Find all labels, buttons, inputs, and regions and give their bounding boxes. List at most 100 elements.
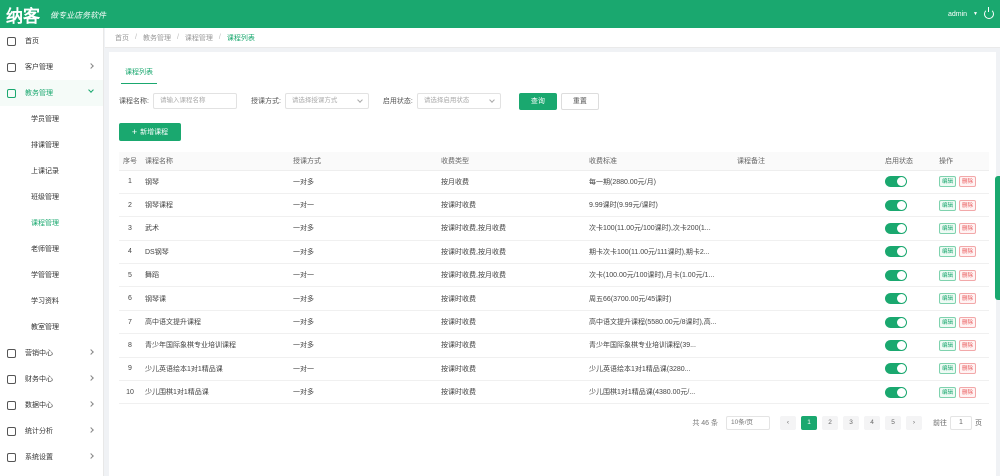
delete-button[interactable]: 删除 bbox=[959, 222, 977, 234]
analysis-icon bbox=[7, 426, 16, 436]
status-select[interactable]: 请选择启用状态 bbox=[416, 93, 501, 109]
prev-page-icon[interactable]: ‹ bbox=[780, 416, 796, 430]
fee-type: 按课时收费,按月收费 bbox=[437, 216, 585, 241]
sidebar-subitem[interactable]: 学管管理 bbox=[0, 262, 103, 288]
course-name: 钢琴 bbox=[141, 170, 289, 194]
user-menu[interactable]: admin bbox=[948, 11, 967, 18]
sidebar-subitem[interactable]: 上课记录 bbox=[0, 158, 103, 184]
status-toggle[interactable] bbox=[885, 176, 907, 188]
edit-button[interactable]: 编辑 bbox=[939, 222, 957, 234]
breadcrumb-item[interactable]: 课程管理 bbox=[185, 33, 213, 43]
teaching-mode-select[interactable]: 请选择授课方式 bbox=[284, 93, 369, 109]
sidebar-item[interactable]: 财务中心 bbox=[0, 366, 103, 392]
add-course-button[interactable]: + 新增课程 bbox=[119, 123, 181, 141]
sidebar-item[interactable]: 营销中心 bbox=[0, 340, 103, 366]
actions-cell: 编辑 删除 bbox=[935, 380, 989, 405]
sidebar-item[interactable]: 统计分析 bbox=[0, 418, 103, 444]
status-toggle[interactable] bbox=[885, 222, 907, 234]
query-button[interactable]: 查询 bbox=[518, 92, 557, 110]
edit-button[interactable]: 编辑 bbox=[939, 363, 957, 375]
status-toggle[interactable] bbox=[885, 316, 907, 328]
breadcrumb-item[interactable]: 教务管理 bbox=[143, 33, 171, 43]
edit-button[interactable]: 编辑 bbox=[939, 316, 957, 328]
reset-button[interactable]: 重置 bbox=[560, 92, 599, 110]
edit-button[interactable]: 编辑 bbox=[939, 339, 957, 351]
sidebar-subitem[interactable]: 课程管理 bbox=[0, 210, 103, 236]
sidebar-subitem[interactable]: 班级管理 bbox=[0, 184, 103, 210]
edit-button[interactable]: 编辑 bbox=[939, 246, 957, 258]
row-index: 7 bbox=[119, 310, 141, 335]
sidebar-item[interactable]: 系统设置 bbox=[0, 444, 103, 470]
page-button[interactable]: 5 bbox=[885, 416, 901, 430]
plus-icon: + bbox=[131, 127, 138, 137]
delete-button[interactable]: 删除 bbox=[959, 363, 977, 375]
tab-course-list[interactable]: 课程列表 bbox=[121, 62, 157, 84]
goto-page-input[interactable]: 1 bbox=[950, 416, 972, 430]
chevron-icon bbox=[88, 453, 94, 459]
sidebar-item[interactable]: 客户管理 bbox=[0, 54, 103, 80]
delete-button[interactable]: 删除 bbox=[959, 386, 977, 398]
page-button[interactable]: 1 bbox=[801, 416, 817, 430]
delete-button[interactable]: 删除 bbox=[959, 246, 977, 258]
row-index: 8 bbox=[119, 333, 141, 358]
row-index: 3 bbox=[119, 216, 141, 241]
sidebar-subitem[interactable]: 学习资料 bbox=[0, 288, 103, 314]
delete-button[interactable]: 删除 bbox=[959, 339, 977, 351]
course-remark bbox=[733, 263, 881, 288]
side-float-tab[interactable] bbox=[995, 176, 1000, 300]
edit-button[interactable]: 编辑 bbox=[939, 269, 957, 281]
delete-button[interactable]: 删除 bbox=[959, 316, 977, 328]
status-cell bbox=[881, 216, 935, 241]
page-button[interactable]: 3 bbox=[843, 416, 859, 430]
page-button[interactable]: 4 bbox=[864, 416, 880, 430]
sidebar-item[interactable]: 首页 bbox=[0, 28, 103, 54]
edit-button[interactable]: 编辑 bbox=[939, 293, 957, 305]
delete-button[interactable]: 删除 bbox=[959, 199, 977, 211]
goto-suffix: 页 bbox=[975, 420, 982, 427]
table-row: 4 DS钢琴 一对多 按课时收费,按月收费 期卡次卡100(11.00元/111课时),… bbox=[119, 240, 989, 265]
fee-type: 按课时收费,按月收费 bbox=[437, 240, 585, 265]
delete-button[interactable]: 删除 bbox=[959, 176, 977, 188]
course-name: DS钢琴 bbox=[141, 240, 289, 265]
course-remark bbox=[733, 310, 881, 335]
pagination: 共 46 条 10条/页 ‹ 1 2 3 4 5 › 前往 1 页 bbox=[692, 415, 982, 431]
status-toggle[interactable] bbox=[885, 339, 907, 351]
chevron-down-icon[interactable]: ▼ bbox=[973, 11, 978, 17]
chevron-icon bbox=[88, 63, 94, 69]
sidebar-subitem[interactable]: 教室管理 bbox=[0, 314, 103, 340]
chevron-icon bbox=[88, 349, 94, 355]
table-header: 序号 课程名称 授课方式 收费类型 收费标准 课程备注 启用状态 操作 bbox=[119, 152, 989, 171]
edit-button[interactable]: 编辑 bbox=[939, 386, 957, 398]
table-row: 1 钢琴 一对多 按月收费 每一期(2880.00元/月) 编辑 删除 bbox=[119, 170, 989, 194]
status-toggle[interactable] bbox=[885, 199, 907, 211]
sidebar-subitem[interactable]: 学员管理 bbox=[0, 106, 103, 132]
delete-button[interactable]: 删除 bbox=[959, 293, 977, 305]
fee-standard: 青少年国际象棋专业培训课程(39... bbox=[585, 333, 733, 358]
breadcrumb-item[interactable]: 首页 bbox=[115, 33, 129, 43]
row-index: 1 bbox=[119, 170, 141, 194]
status-toggle[interactable] bbox=[885, 246, 907, 258]
status-toggle[interactable] bbox=[885, 386, 907, 398]
sidebar-item[interactable]: 教务管理 bbox=[0, 80, 103, 106]
course-name: 少儿围棋1对1精品课 bbox=[141, 380, 289, 405]
delete-button[interactable]: 删除 bbox=[959, 269, 977, 281]
next-page-icon[interactable]: › bbox=[906, 416, 922, 430]
page-size-select[interactable]: 10条/页 bbox=[726, 416, 770, 430]
sidebar-subitem[interactable]: 老师管理 bbox=[0, 236, 103, 262]
course-remark bbox=[733, 240, 881, 265]
status-toggle[interactable] bbox=[885, 363, 907, 375]
table-row: 10 少儿围棋1对1精品课 一对多 按课时收费 少儿围棋1对1精品课(4380.00元/… bbox=[119, 380, 989, 405]
status-toggle[interactable] bbox=[885, 269, 907, 281]
edit-button[interactable]: 编辑 bbox=[939, 176, 957, 188]
status-toggle[interactable] bbox=[885, 293, 907, 305]
sidebar: 首页 客户管理 教务管理 学员管理 排课管理 上课记录 班级管理 课程管理 老师管理 学管管理 学习… bbox=[0, 28, 104, 476]
status-cell bbox=[881, 286, 935, 311]
sidebar-item[interactable]: 数据中心 bbox=[0, 392, 103, 418]
actions-cell: 编辑 删除 bbox=[935, 263, 989, 288]
edit-button[interactable]: 编辑 bbox=[939, 199, 957, 211]
sidebar-subitem[interactable]: 排课管理 bbox=[0, 132, 103, 158]
fee-type: 按课时收费 bbox=[437, 193, 585, 218]
page-button[interactable]: 2 bbox=[822, 416, 838, 430]
power-icon[interactable] bbox=[984, 7, 994, 19]
course-name-input[interactable]: 请输入课程名称 bbox=[152, 93, 237, 109]
